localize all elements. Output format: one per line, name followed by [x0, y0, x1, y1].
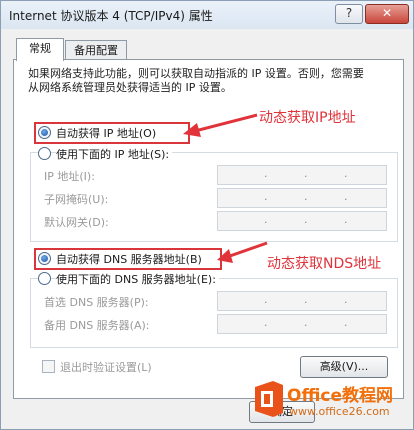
- dns-manual-radio[interactable]: [38, 272, 51, 285]
- ip-annotation-arrow: [183, 113, 258, 137]
- help-button[interactable]: ?: [335, 4, 363, 24]
- dns-manual-group: [30, 278, 398, 348]
- ip-annotation-text: 动态获取IP地址: [259, 110, 356, 126]
- subnet-mask-input[interactable]: ...: [217, 188, 387, 208]
- tab-alternate-config[interactable]: 备用配置: [65, 40, 127, 61]
- dns-manual-label[interactable]: 使用下面的 DNS 服务器地址(E):: [56, 271, 219, 287]
- ip-manual-radio[interactable]: [38, 147, 51, 160]
- ip-address-input[interactable]: ...: [217, 165, 387, 185]
- title-bar: Internet 协议版本 4 (TCP/IPv4) 属性 ? ✕: [1, 1, 413, 29]
- watermark-text: Office教程网: [287, 386, 394, 406]
- watermark-url: www.office26.com: [289, 405, 390, 418]
- window-title: Internet 协议版本 4 (TCP/IPv4) 属性: [9, 9, 213, 23]
- preferred-dns-input[interactable]: ...: [217, 291, 387, 311]
- dialog-window: Internet 协议版本 4 (TCP/IPv4) 属性 ? ✕ 常规 备用配…: [0, 0, 414, 430]
- validate-label[interactable]: 退出时验证设置(L): [60, 359, 152, 375]
- validate-checkbox[interactable]: [42, 360, 55, 373]
- alternate-dns-input[interactable]: ...: [217, 314, 387, 334]
- office-logo-icon: [255, 381, 283, 417]
- alternate-dns-label: 备用 DNS 服务器(A):: [44, 319, 150, 332]
- ip-auto-radio[interactable]: [38, 126, 51, 139]
- tab-general[interactable]: 常规: [16, 38, 64, 61]
- dns-auto-radio[interactable]: [38, 252, 51, 265]
- ip-address-label: IP 地址(I):: [44, 170, 95, 183]
- office-watermark: Office教程网 www.office26.com: [247, 375, 413, 429]
- gateway-input[interactable]: ...: [217, 211, 387, 231]
- dns-annotation-text: 动态获取NDS地址: [267, 256, 382, 272]
- intro-text: 如果网络支持此功能，则可以获取自动指派的 IP 设置。否则，您需要从网络系统管理…: [28, 67, 364, 94]
- gateway-label: 默认网关(D):: [44, 216, 109, 229]
- ip-manual-label[interactable]: 使用下面的 IP 地址(S):: [56, 146, 173, 162]
- dns-annotation-arrow: [217, 241, 268, 263]
- preferred-dns-label: 首选 DNS 服务器(P):: [44, 296, 149, 309]
- dns-auto-label[interactable]: 自动获得 DNS 服务器地址(B): [56, 251, 202, 267]
- close-button[interactable]: ✕: [365, 4, 409, 24]
- ip-auto-label[interactable]: 自动获得 IP 地址(O): [56, 125, 156, 141]
- subnet-mask-label: 子网掩码(U):: [44, 193, 109, 206]
